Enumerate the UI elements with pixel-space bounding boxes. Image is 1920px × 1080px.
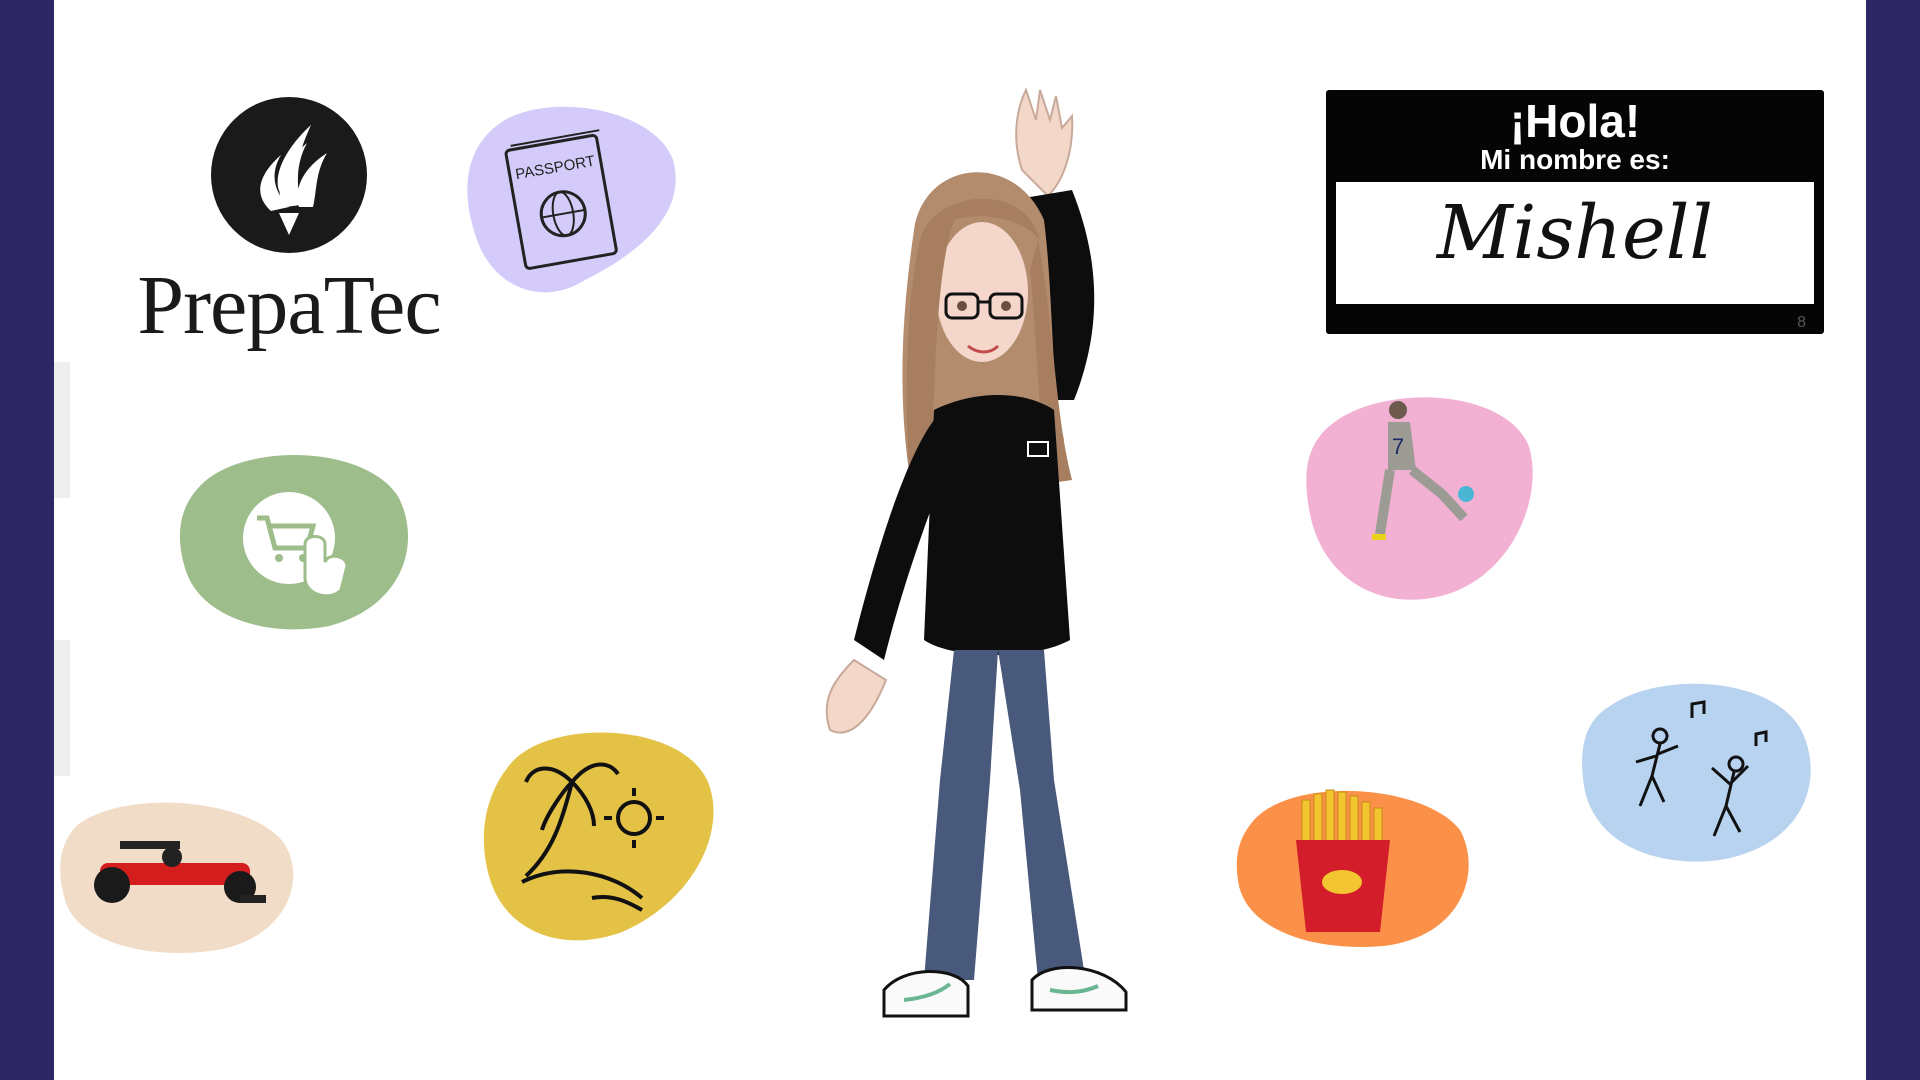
french-fries-icon [1296,789,1390,932]
slide-canvas: PrepaTec PASSPORT 7 ¡Hola! Mi nombre es:… [54,0,1866,1080]
f1-blob [60,793,300,955]
svg-text:7: 7 [1392,434,1404,459]
dance-blob [1580,676,1812,864]
name-tag-greeting: ¡Hola! [1509,95,1641,147]
name-tag-name: Mishell [1436,190,1714,276]
shopping-blob [179,448,415,634]
side-tab-lower [54,640,70,776]
logo-wordmark: PrepaTec [137,259,441,352]
fries-blob [1234,780,1472,948]
soccer-blob: 7 [1302,384,1534,606]
torch-logo-icon [209,95,369,255]
name-tag: ¡Hola! Mi nombre es: Mishell 8 [1326,90,1824,334]
name-tag-corner-mark: 8 [1797,314,1806,331]
beach-blob [482,722,718,946]
prepatec-logo: PrepaTec [109,95,469,365]
character-illustration [754,80,1254,1060]
side-tab-upper [54,362,70,498]
name-tag-subtitle: Mi nombre es: [1480,144,1670,175]
name-tag-box: Mishell [1336,182,1814,304]
passport-blob: PASSPORT [465,100,679,300]
